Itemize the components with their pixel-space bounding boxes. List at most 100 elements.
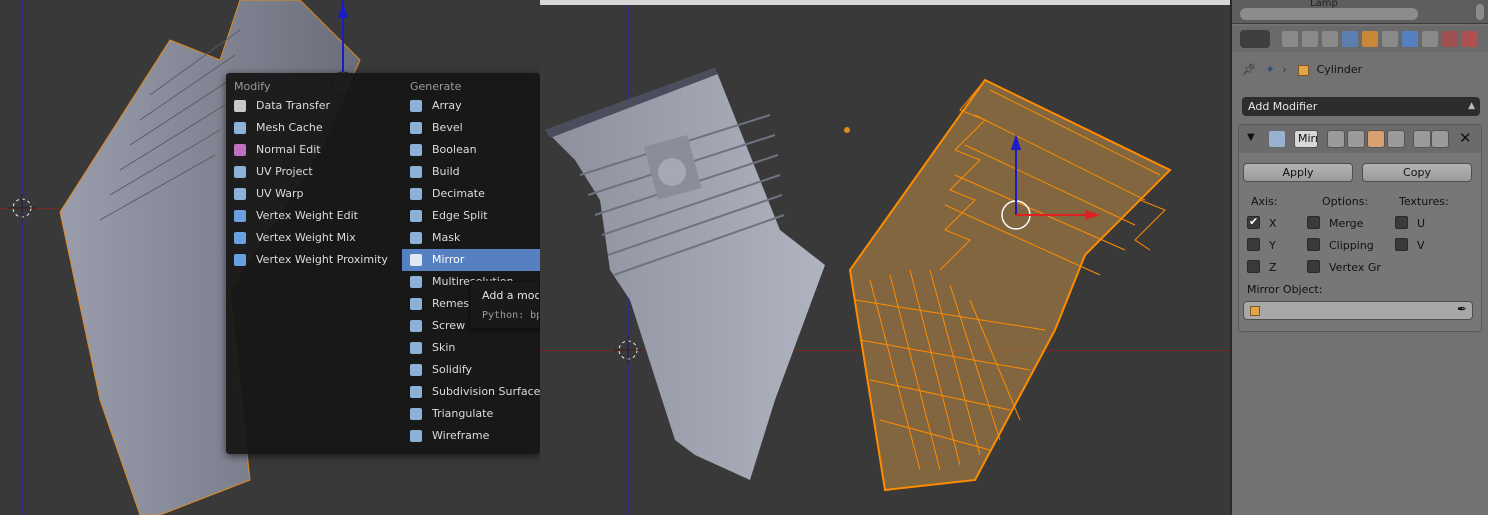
outliner-strip: Lamp <box>1232 0 1488 24</box>
eyedropper-icon[interactable]: ✒ <box>1457 302 1467 316</box>
texture-v-checkbox[interactable] <box>1395 238 1408 251</box>
scene-context-icon: ✦ <box>1265 63 1275 76</box>
menu-item-modify-mesh-cache[interactable]: Mesh Cache <box>226 117 402 139</box>
outliner-vertical-scrollbar[interactable] <box>1476 4 1484 20</box>
modify-column: Modify Data Transfer Mesh Cache Normal Edi… <box>226 79 402 271</box>
vertex-groups-checkbox[interactable] <box>1307 260 1320 273</box>
menu-item-label: Build <box>432 165 460 178</box>
menu-item-generate-decimate[interactable]: Decimate <box>402 183 540 205</box>
context-object-label: Cylinder <box>1316 63 1363 76</box>
modifiers-tab-icon[interactable] <box>1402 31 1418 47</box>
mirror-object-field[interactable]: ✒ <box>1243 301 1473 320</box>
blender-window: Modify Data Transfer Mesh Cache Normal Edi… <box>0 0 1488 515</box>
left-3d-viewport[interactable]: Modify Data Transfer Mesh Cache Normal Edi… <box>0 0 540 515</box>
clipping-checkbox[interactable] <box>1307 238 1320 251</box>
menu-item-label: Normal Edit <box>256 143 321 156</box>
menu-item-modify-vertex-weight-mix[interactable]: Vertex Weight Mix <box>226 227 402 249</box>
axis-y-label: Y <box>1269 239 1276 252</box>
viewport-header-strip <box>540 0 1230 5</box>
axis-z-checkbox[interactable] <box>1247 260 1260 273</box>
constraints-tab-icon[interactable] <box>1382 31 1398 47</box>
mask-icon <box>410 232 422 244</box>
decimate-icon <box>410 188 422 200</box>
main-3d-viewport[interactable] <box>540 0 1230 515</box>
collapse-triangle-icon[interactable]: ▼ <box>1247 132 1255 143</box>
outliner-scrollbar[interactable] <box>1240 8 1418 20</box>
properties-header <box>1232 26 1488 52</box>
menu-item-generate-solidify[interactable]: Solidify <box>402 359 540 381</box>
menu-item-generate-skin[interactable]: Skin <box>402 337 540 359</box>
menu-item-modify-normal-edit[interactable]: Normal Edit <box>226 139 402 161</box>
data-transfer-icon <box>234 100 246 112</box>
menu-item-modify-uv-warp[interactable]: UV Warp <box>226 183 402 205</box>
menu-item-modify-vertex-weight-proximity[interactable]: Vertex Weight Proximity <box>226 249 402 271</box>
menu-item-generate-array[interactable]: Array <box>402 95 540 117</box>
render-tab-icon[interactable] <box>1282 31 1298 47</box>
data-tab-icon[interactable] <box>1422 31 1438 47</box>
texture-u-checkbox[interactable] <box>1395 216 1408 229</box>
menu-item-generate-build[interactable]: Build <box>402 161 540 183</box>
uv-warp-icon <box>234 188 246 200</box>
menu-item-generate-edge-split[interactable]: Edge Split <box>402 205 540 227</box>
merge-checkbox[interactable] <box>1307 216 1320 229</box>
properties-editor: Lamp 📌︎ ✦ › Cylinder Add Modifier ▲ ▼ Mi… <box>1230 0 1488 515</box>
menu-item-label: Mask <box>432 231 461 244</box>
texture-tab-icon[interactable] <box>1462 31 1478 47</box>
world-tab-icon[interactable] <box>1342 31 1358 47</box>
menu-item-modify-uv-project[interactable]: UV Project <box>226 161 402 183</box>
axis-label: Axis: <box>1251 195 1278 208</box>
tooltip: Add a modifier Python: bpy.ops.object.mo… <box>470 281 540 329</box>
modifier-header: ▼ Mirror ✕ <box>1239 125 1481 153</box>
add-modifier-menu: Modify Data Transfer Mesh Cache Normal Edi… <box>226 73 540 454</box>
move-up-icon[interactable] <box>1413 130 1431 148</box>
context-breadcrumb: 📌︎ ✦ › Cylinder <box>1242 60 1362 80</box>
mesh-cache-icon <box>234 122 246 134</box>
axis-z-label: Z <box>1269 261 1277 274</box>
copy-button[interactable]: Copy <box>1362 163 1472 182</box>
material-tab-icon[interactable] <box>1442 31 1458 47</box>
vertex-weight-edit-icon <box>234 210 246 222</box>
show-render-icon[interactable] <box>1327 130 1345 148</box>
close-icon[interactable]: ✕ <box>1459 129 1472 147</box>
main-mesh-render <box>545 68 1172 492</box>
menu-item-modify-vertex-weight-edit[interactable]: Vertex Weight Edit <box>226 205 402 227</box>
menu-item-generate-subdivision-surface[interactable]: Subdivision Surface <box>402 381 540 403</box>
move-down-icon[interactable] <box>1431 130 1449 148</box>
axis-y-checkbox[interactable] <box>1247 238 1260 251</box>
vertex-groups-label: Vertex Gr <box>1329 261 1381 274</box>
menu-item-generate-wireframe[interactable]: Wireframe <box>402 425 540 447</box>
menu-item-generate-boolean[interactable]: Boolean <box>402 139 540 161</box>
tooltip-python: Python: bpy.ops.object.modifier_add() <box>482 310 539 321</box>
remesh-icon <box>410 298 422 310</box>
modifier-name-field[interactable]: Mirror <box>1294 130 1318 148</box>
apply-button[interactable]: Apply <box>1243 163 1353 182</box>
menu-item-label: Boolean <box>432 143 477 156</box>
pin-icon[interactable]: 📌︎ <box>1242 60 1256 80</box>
show-viewport-icon[interactable] <box>1347 130 1365 148</box>
menu-item-label: Solidify <box>432 363 473 376</box>
axis-x-checkbox[interactable] <box>1247 215 1260 229</box>
menu-item-modify-data-transfer[interactable]: Data Transfer <box>226 95 402 117</box>
menu-item-label: Bevel <box>432 121 463 134</box>
bevel-icon <box>410 122 422 134</box>
dropdown-arrows-icon: ▲ <box>1468 101 1475 111</box>
generate-heading: Generate <box>410 80 462 93</box>
render-layers-tab-icon[interactable] <box>1302 31 1318 47</box>
menu-item-generate-triangulate[interactable]: Triangulate <box>402 403 540 425</box>
scene-tab-icon[interactable] <box>1322 31 1338 47</box>
editor-type-button[interactable] <box>1240 30 1270 48</box>
clipping-label: Clipping <box>1329 239 1374 252</box>
options-label: Options: <box>1322 195 1369 208</box>
texture-u-label: U <box>1417 217 1426 230</box>
object-tab-icon[interactable] <box>1362 31 1378 47</box>
menu-item-label: Mesh Cache <box>256 121 323 134</box>
menu-item-generate-mask[interactable]: Mask <box>402 227 540 249</box>
show-on-cage-icon[interactable] <box>1387 130 1405 148</box>
show-editmode-icon[interactable] <box>1367 130 1385 148</box>
add-modifier-dropdown[interactable]: Add Modifier ▲ <box>1242 97 1480 116</box>
menu-item-generate-mirror[interactable]: Mirror <box>402 249 540 271</box>
add-modifier-label: Add Modifier <box>1248 100 1318 113</box>
solidify-icon <box>410 364 422 376</box>
menu-item-generate-bevel[interactable]: Bevel <box>402 117 540 139</box>
chevron-right-icon: › <box>1282 63 1287 76</box>
